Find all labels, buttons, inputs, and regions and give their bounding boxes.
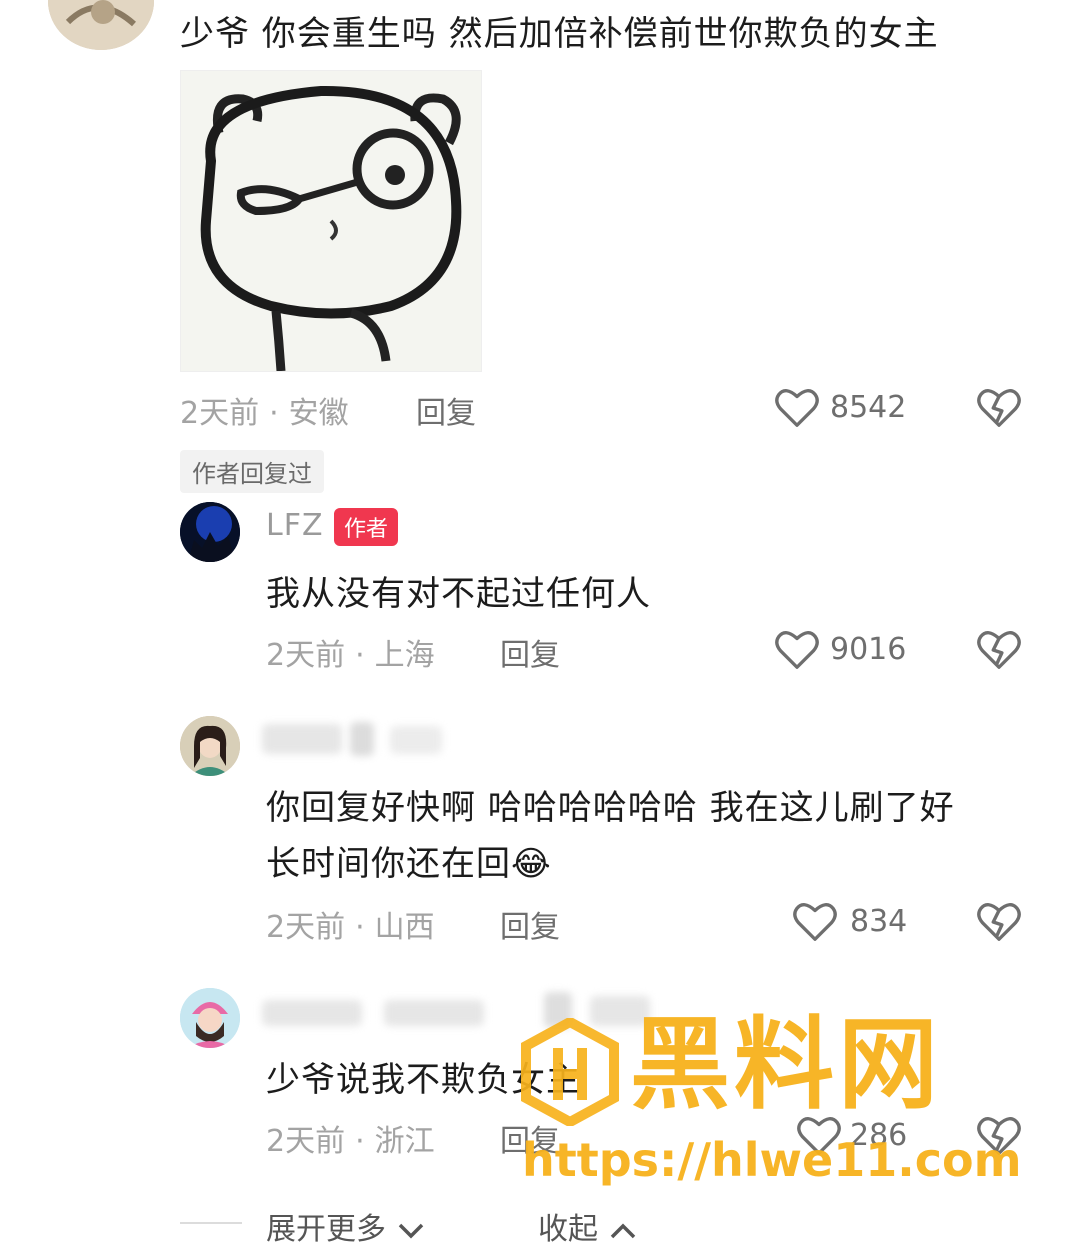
like-count: 8542 [830,390,907,425]
dislike-button[interactable] [976,900,1022,948]
reply-avatar[interactable] [180,502,240,562]
footer-divider [180,1222,242,1224]
broken-heart-icon [977,903,1021,941]
reply-text: 你回复好快啊 哈哈哈哈哈哈 我在这儿刷了好 [266,788,955,828]
like-count: 9016 [830,632,907,667]
blurred-username [262,1000,362,1026]
comment-location: 安徽 [288,396,349,431]
comment-meta: 2天前 · 安徽 [180,396,349,431]
like-button[interactable] [792,900,838,948]
like-button[interactable] [774,628,820,676]
reply-text: 长时间你还在回😂 [266,836,552,885]
chevron-down-icon [398,1223,423,1238]
blurred-username [384,1000,484,1026]
watermark-logo [520,1016,620,1130]
dislike-button[interactable] [976,386,1022,434]
expand-more-button[interactable]: 展开更多 [266,1204,426,1248]
reply-meta: 2天前 · 浙江 [266,1124,435,1159]
reply-text-line2: 长时间你还在回 [266,844,511,884]
reply-time: 2天前 [266,1124,346,1159]
watermark-brand: 黑料网 [630,1006,942,1123]
shield-logo-icon [521,1016,619,1128]
reply-avatar[interactable] [180,716,240,776]
reply-meta: 2天前 · 上海 [266,638,435,673]
blurred-username [390,726,442,754]
reply-username[interactable]: LFZ [266,508,324,543]
broken-heart-icon [977,389,1021,427]
reply-location: 山西 [374,910,435,945]
like-count: 834 [850,904,908,939]
blurred-username [262,724,342,754]
chevron-up-icon [610,1223,635,1238]
reply-meta: 2天前 · 山西 [266,910,435,945]
heart-icon [775,631,819,669]
laughing-emoji-icon: 😂 [511,844,552,884]
author-badge: 作者 [334,508,399,546]
broken-heart-icon [977,631,1021,669]
comment-time: 2天前 [180,396,260,431]
reply-button[interactable]: 回复 [500,902,560,946]
reply-time: 2天前 [266,638,346,673]
reply-button[interactable]: 回复 [416,388,476,432]
reply-location: 上海 [374,638,435,673]
reply-time: 2天前 [266,910,346,945]
comment-meme-image[interactable] [180,70,482,372]
reply-button[interactable]: 回复 [500,630,560,674]
collapse-button[interactable]: 收起 [538,1204,638,1248]
watermark-url: https://hlwe11.com [522,1133,1022,1187]
like-button[interactable] [774,386,820,434]
reply-text: 我从没有对不起过任何人 [266,574,651,614]
comment-text: 少爷 你会重生吗 然后加倍补偿前世你欺负的女主 [180,14,939,54]
author-replied-tag: 作者回复过 [180,450,324,493]
dislike-button[interactable] [976,628,1022,676]
blurred-username [350,722,374,756]
heart-icon [793,903,837,941]
heart-icon [775,389,819,427]
commenter-avatar[interactable] [48,0,154,50]
reply-location: 浙江 [374,1124,435,1159]
reply-avatar[interactable] [180,988,240,1048]
